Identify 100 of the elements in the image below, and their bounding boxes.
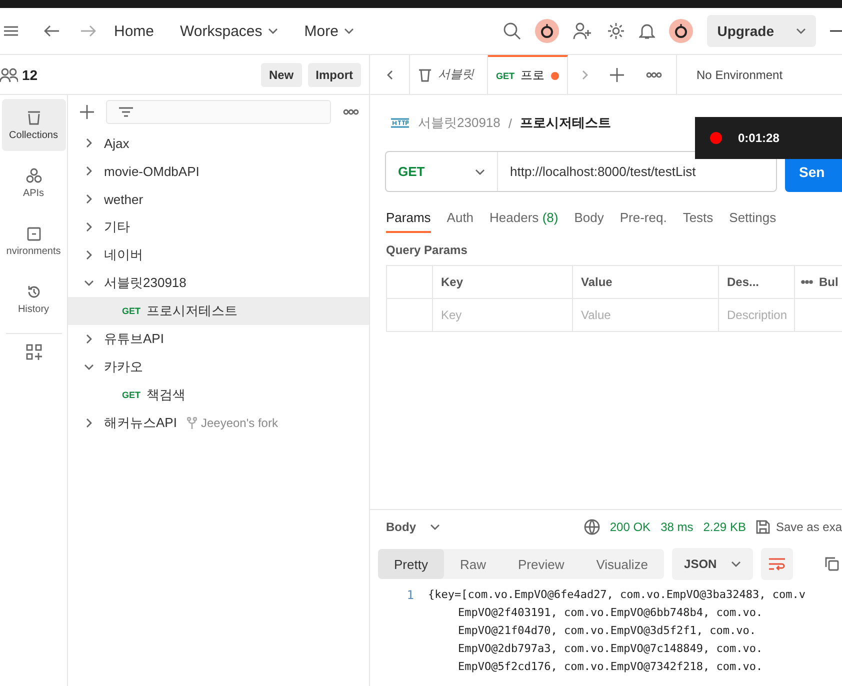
status-code: 200 OK bbox=[610, 520, 651, 534]
nav-menu[interactable]: More bbox=[304, 22, 354, 40]
fork-name: Jeeyeon's fork bbox=[200, 416, 278, 430]
collection-item[interactable]: Ajax bbox=[68, 129, 369, 157]
column-header: Key bbox=[433, 266, 573, 299]
environment-icon bbox=[26, 226, 42, 242]
more-icon[interactable] bbox=[801, 280, 813, 284]
back-arrow-icon[interactable] bbox=[44, 25, 60, 37]
format-dropdown[interactable]: JSON bbox=[672, 548, 753, 580]
add-widget-icon[interactable] bbox=[26, 344, 42, 360]
avatar-icon[interactable] bbox=[669, 19, 694, 43]
wrap-lines-button[interactable] bbox=[760, 548, 793, 580]
code-line: EmpVO@5f2cd176, com.vo.EmpVO@7342f218, com.vo. bbox=[457, 660, 764, 675]
filter-icon bbox=[119, 107, 133, 117]
toolbar-button[interactable]: Import bbox=[308, 62, 361, 86]
request-option-tab[interactable]: Tests bbox=[682, 206, 714, 233]
collection-item[interactable]: 유튜브API bbox=[68, 325, 369, 353]
collection-item[interactable]: 서블릿230918 bbox=[68, 269, 369, 297]
tab-title: 프로 bbox=[520, 67, 545, 84]
more-icon[interactable] bbox=[646, 72, 662, 78]
request-option-tab[interactable]: Auth bbox=[446, 206, 474, 233]
request-title: 프로시저테스트 bbox=[520, 114, 612, 132]
collection-item[interactable]: 네이버 bbox=[68, 241, 369, 269]
chevron-down-icon bbox=[796, 28, 806, 34]
nav-menu[interactable]: Workspaces bbox=[180, 22, 278, 40]
chevron-down-icon bbox=[430, 524, 440, 530]
sidebar-nav-item[interactable]: nvironments bbox=[2, 215, 66, 267]
response-size: 2.29 KB bbox=[703, 520, 746, 534]
add-user-icon[interactable] bbox=[573, 22, 594, 40]
recording-dot-icon bbox=[710, 132, 722, 144]
more-icon[interactable] bbox=[343, 109, 359, 115]
collection-item[interactable]: movie-OMdbAPI bbox=[68, 157, 369, 185]
upgrade-button[interactable]: Upgrade bbox=[707, 15, 816, 47]
collection-item[interactable]: wether bbox=[68, 185, 369, 213]
request-name: 책검색 bbox=[146, 386, 186, 404]
view-mode-tab[interactable]: Pretty bbox=[378, 549, 444, 579]
breadcrumb-link[interactable]: 서블릿230918 bbox=[418, 114, 500, 132]
view-mode-tab[interactable]: Preview bbox=[502, 549, 580, 579]
team-icon bbox=[0, 68, 18, 82]
request-name: 프로시저테스트 bbox=[146, 302, 238, 320]
request-option-tab[interactable]: Params bbox=[386, 206, 431, 233]
sidebar-nav-item[interactable]: APIs bbox=[2, 157, 66, 209]
save-icon bbox=[756, 520, 770, 534]
code-line: EmpVO@2db797a3, com.vo.EmpVO@7c148849, com.vo. bbox=[457, 642, 764, 657]
trash-can-icon bbox=[418, 68, 432, 82]
request-option-tab[interactable]: Settings bbox=[729, 206, 776, 233]
plus-icon[interactable] bbox=[80, 105, 94, 119]
plus-icon[interactable] bbox=[610, 68, 624, 82]
chevron-down-icon bbox=[730, 561, 741, 567]
sidebar-nav-item[interactable]: Collections bbox=[2, 99, 66, 151]
history-icon bbox=[26, 284, 42, 300]
circles-icon bbox=[26, 168, 42, 184]
chevron-left-icon[interactable] bbox=[386, 70, 392, 80]
breadcrumb-separator: / bbox=[508, 116, 512, 130]
collection-item[interactable]: 카카오 bbox=[68, 353, 369, 381]
column-header: Value bbox=[573, 266, 719, 299]
code-line: EmpVO@21f04d70, com.vo.EmpVO@3d5f2f1, com.vo. bbox=[457, 624, 758, 639]
code-line: {key=[com.vo.EmpVO@6fe4ad27, com.vo.EmpVO@3ba32483, com.v bbox=[428, 588, 806, 603]
avatar-icon[interactable] bbox=[535, 19, 560, 43]
globe-icon bbox=[584, 519, 600, 535]
request-item[interactable]: GET 책검색 bbox=[68, 381, 369, 409]
fork-icon bbox=[186, 417, 197, 429]
request-option-tab[interactable]: Headers (8) bbox=[490, 206, 558, 233]
minimize-icon[interactable] bbox=[830, 30, 842, 32]
collection-item[interactable]: 해커뉴스API Jeeyeon's fork bbox=[68, 409, 369, 437]
view-mode-tab[interactable]: Visualize bbox=[580, 549, 664, 579]
response-time: 38 ms bbox=[660, 520, 694, 534]
tab-title: 서블릿 bbox=[438, 66, 474, 83]
notification-bell-icon[interactable] bbox=[639, 22, 656, 40]
save-example-button[interactable]: Save as exa bbox=[756, 520, 842, 534]
request-option-tab[interactable]: Pre-req. bbox=[620, 206, 667, 233]
settings-icon[interactable] bbox=[607, 22, 626, 40]
chevron-down-icon bbox=[475, 168, 485, 174]
bulk-edit-link[interactable]: Bul bbox=[819, 275, 838, 289]
method-dropdown[interactable]: GET bbox=[386, 152, 498, 191]
environment-selector[interactable]: No Environment bbox=[696, 68, 783, 82]
collection-item[interactable]: 기타 bbox=[68, 213, 369, 241]
request-item[interactable]: GET 프로시저테스트 bbox=[68, 297, 369, 325]
method-label: GET bbox=[122, 306, 141, 316]
column-header: Des... bbox=[719, 266, 795, 299]
method-label: GET bbox=[122, 390, 141, 400]
nav-menu[interactable]: Home bbox=[114, 22, 154, 40]
line-number: 1 bbox=[406, 588, 415, 604]
http-icon bbox=[390, 116, 410, 130]
menu-icon[interactable] bbox=[4, 26, 18, 36]
request-option-tab[interactable]: Body bbox=[574, 206, 604, 233]
request-tab[interactable]: GET 프로 bbox=[488, 55, 568, 94]
toolbar-button[interactable]: New bbox=[260, 62, 302, 86]
url-field[interactable]: http://localhost:8000/test/testList bbox=[498, 164, 696, 179]
search-icon[interactable] bbox=[503, 22, 522, 40]
view-mode-tab[interactable]: Raw bbox=[444, 549, 502, 579]
sidebar-nav-item[interactable]: History bbox=[2, 273, 66, 325]
trash-can-icon bbox=[26, 110, 42, 126]
wrap-lines-icon bbox=[768, 557, 785, 571]
recording-time: 0:01:28 bbox=[738, 131, 780, 145]
copy-icon[interactable] bbox=[824, 557, 839, 571]
code-line: EmpVO@2f403191, com.vo.EmpVO@6bb748b4, com.vo. bbox=[457, 606, 764, 621]
response-section-dropdown[interactable]: Body bbox=[380, 519, 446, 535]
method-label: GET bbox=[496, 70, 515, 80]
filter-field[interactable] bbox=[106, 100, 331, 124]
